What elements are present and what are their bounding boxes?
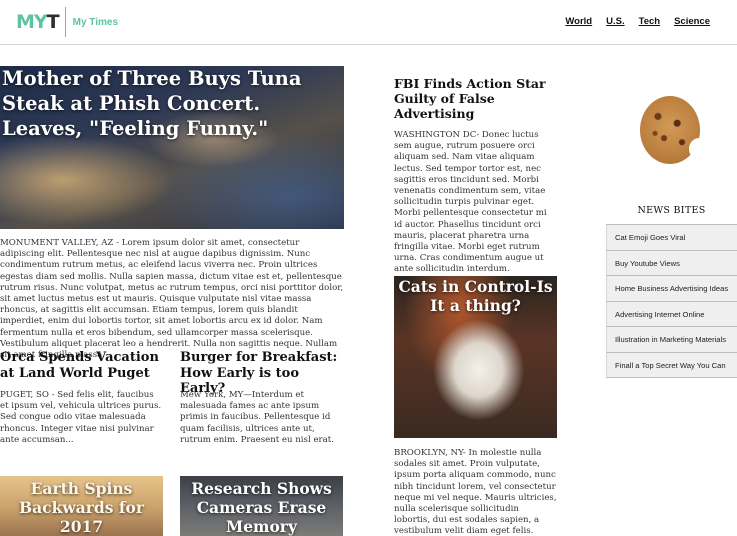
orca-story-body: PUGET, SO - Sed felis elit, faucibus et … [0, 390, 162, 445]
site-logo[interactable]: MYT My Times [16, 7, 119, 37]
news-bite-item[interactable]: Buy Youtube Views [606, 250, 737, 276]
burger-story-body: Mew York, MY—Interdum et malesuada fames… [180, 390, 334, 445]
orca-story-title[interactable]: Orca Spends Vacation at Land World Puget [0, 350, 160, 381]
earth-story-title[interactable]: Earth Spins Backwards for 2017 [0, 479, 163, 536]
logo-divider [64, 7, 66, 37]
news-bites-list: Cat Emoji Goes Viral Buy Youtube Views H… [606, 224, 737, 378]
fbi-story-title[interactable]: FBI Finds Action Star Guilty of False Ad… [394, 76, 556, 121]
cats-story-title[interactable]: Cats in Control-Is It a thing? [394, 276, 557, 315]
news-bite-item[interactable]: Illustration in Marketing Materials [606, 327, 737, 353]
cats-story-image[interactable]: Cats in Control-Is It a thing? [394, 276, 557, 438]
logo-mark: MYT [16, 11, 60, 33]
nav-link-us[interactable]: U.S. [606, 16, 624, 27]
hero-story-image[interactable]: Mother of Three Buys Tuna Steak at Phish… [0, 66, 344, 229]
site-header: MYT My Times World U.S. Tech Science [0, 0, 737, 45]
main-nav: World U.S. Tech Science [565, 16, 710, 27]
hero-story-title[interactable]: Mother of Three Buys Tuna Steak at Phish… [0, 66, 344, 141]
news-bite-item[interactable]: Home Business Advertising Ideas [606, 276, 737, 302]
cookie-bite [689, 138, 709, 160]
cats-story-body: BROOKLYN, NY- In molestie nulla sodales … [394, 448, 557, 536]
nav-link-science[interactable]: Science [674, 16, 710, 27]
news-bites-heading: NEWS BITES [637, 205, 706, 216]
news-bite-item[interactable]: Finall a Top Secret Way You Can [606, 352, 737, 378]
cameras-story-image[interactable]: Research Shows Cameras Erase Memory [180, 476, 343, 536]
nav-link-tech[interactable]: Tech [639, 16, 660, 27]
cameras-story-title[interactable]: Research Shows Cameras Erase Memory [180, 479, 343, 536]
news-bite-item[interactable]: Cat Emoji Goes Viral [606, 225, 737, 251]
news-bite-item[interactable]: Advertising Internet Online [606, 301, 737, 327]
earth-story-image[interactable]: Earth Spins Backwards for 2017 [0, 476, 163, 536]
nav-link-world[interactable]: World [565, 16, 592, 27]
hero-story-body: MONUMENT VALLEY, AZ - Lorem ipsum dolor … [0, 238, 344, 361]
logo-text: My Times [72, 16, 119, 28]
